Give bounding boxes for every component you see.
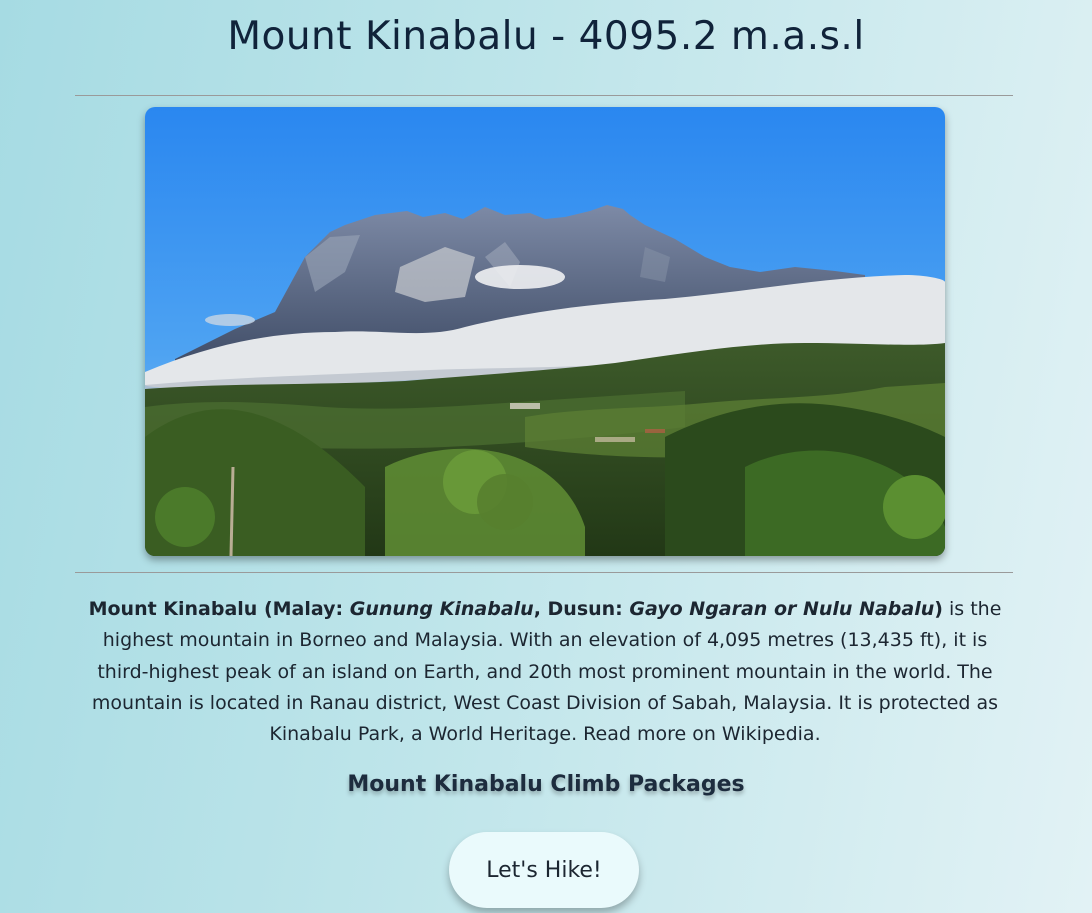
read-more-wikipedia-link[interactable]: Read more on Wikipedia. [583,723,820,745]
mountain-landscape-illustration [145,107,945,556]
bottom-divider [75,572,1013,573]
description-bold-lead: Mount Kinabalu (Malay: Gunung Kinabalu, … [89,598,943,620]
mountain-name: Mount Kinabalu [88,598,258,620]
mountain-description: Mount Kinabalu (Malay: Gunung Kinabalu, … [78,594,1012,750]
dusun-name: Gayo Ngaran or Nulu Nabalu [629,598,935,620]
page-title: Mount Kinabalu - 4095.2 m.a.s.l [227,14,865,59]
dusun-label: , Dusun: [533,598,630,620]
malay-name: Gunung Kinabalu [349,598,534,620]
lets-hike-button[interactable]: Let's Hike! [449,832,639,908]
top-divider [75,95,1013,96]
closing-paren: ) [934,598,943,620]
climb-packages-heading: Mount Kinabalu Climb Packages [347,772,745,797]
description-body: is the highest mountain in Borneo and Ma… [91,598,1002,746]
mountain-photo [145,107,945,556]
malay-label: (Malay: [257,598,350,620]
